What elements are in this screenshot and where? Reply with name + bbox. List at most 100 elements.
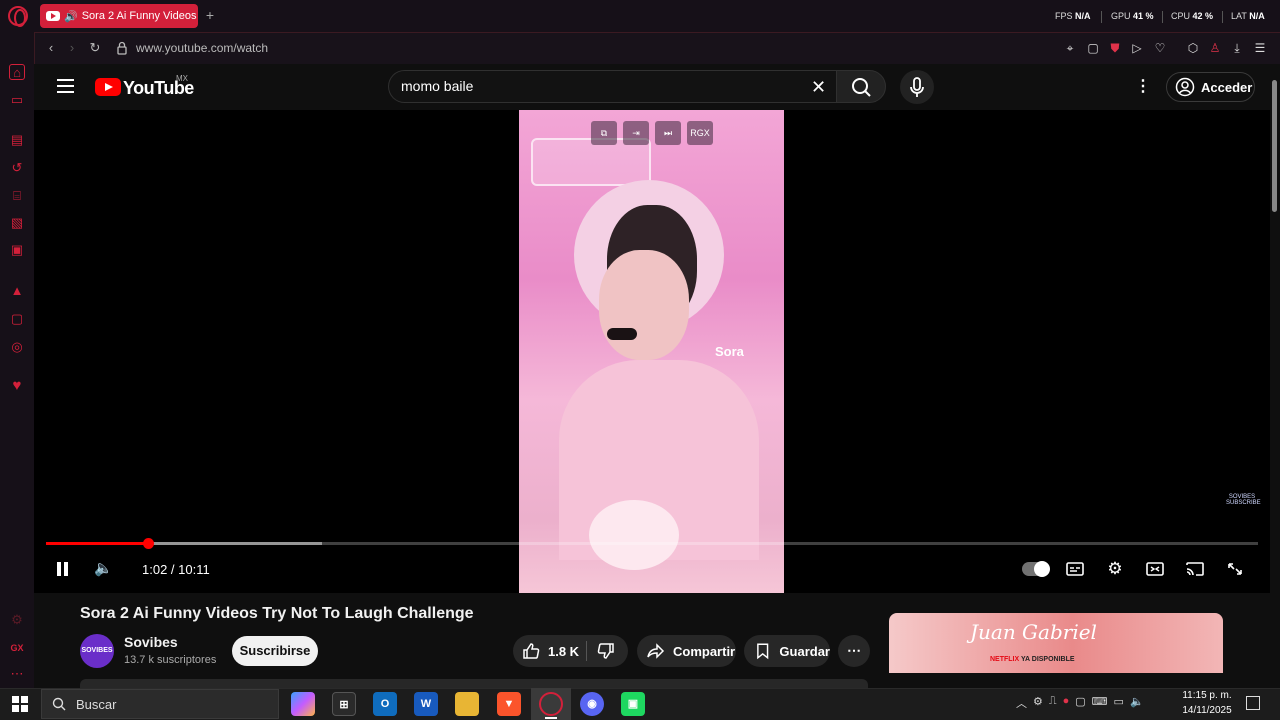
back-icon[interactable]: ‹: [43, 40, 59, 56]
like-count: 1.8 K: [548, 643, 580, 659]
fps-stat: FPS N/A: [1055, 11, 1091, 21]
ad-netflix-tag: NETFLIX YA DISPONIBLE: [990, 656, 1075, 663]
voice-search-button[interactable]: [900, 70, 934, 104]
usb-icon[interactable]: ⎍: [1049, 695, 1057, 713]
clock-date[interactable]: 14/11/2025: [1181, 705, 1233, 716]
whatsapp-icon[interactable]: ◎: [9, 339, 25, 355]
windows-start-icon[interactable]: [12, 696, 28, 712]
new-tab-button[interactable]: +: [202, 6, 218, 24]
settings-gear-icon[interactable]: ⚙: [1105, 560, 1125, 578]
taskbar-search-placeholder: Buscar: [76, 696, 117, 712]
autoplay-toggle[interactable]: [1022, 561, 1050, 577]
gx-corner-icon[interactable]: ▤: [9, 132, 25, 148]
snapshot-icon[interactable]: ▢: [1085, 40, 1101, 56]
face-graphic: [599, 250, 689, 360]
gx-news-icon[interactable]: ▧: [9, 215, 25, 231]
gx-cleaner-icon[interactable]: ⌸: [9, 188, 25, 204]
volume-tray-icon[interactable]: 🔈: [1130, 695, 1144, 713]
app-taskbar-icon[interactable]: ▣: [621, 692, 645, 716]
browser-tab-active[interactable]: 🔊 Sora 2 Ai Funny Videos: [40, 4, 198, 28]
signin-button[interactable]: Acceder: [1166, 72, 1255, 102]
clear-search-icon[interactable]: ✕: [811, 77, 826, 98]
search-input[interactable]: momo baile: [401, 78, 473, 94]
ms-store-icon[interactable]: ⊞: [332, 692, 356, 716]
scrollbar-thumb[interactable]: [1272, 80, 1277, 212]
copilot-icon[interactable]: [291, 692, 315, 716]
stat-divider: [1222, 11, 1223, 23]
volume-icon[interactable]: 🔈: [94, 560, 114, 578]
time-display: 1:02 / 10:11: [142, 562, 210, 577]
lock-icon[interactable]: [114, 40, 130, 56]
download-icon[interactable]: ⤓: [1229, 40, 1245, 56]
send-icon[interactable]: ▷: [1129, 40, 1145, 56]
messenger-icon[interactable]: ▣: [9, 242, 25, 258]
favorites-heart-icon[interactable]: ♥: [9, 378, 25, 394]
channel-watermark[interactable]: SOVIBES SUBSCRIBE: [1226, 494, 1261, 524]
dessert-graphic: [589, 500, 679, 570]
tray-app-icon[interactable]: ⚙: [1033, 695, 1043, 713]
outlook-icon[interactable]: O: [373, 692, 397, 716]
gx-control-icon[interactable]: ↺: [9, 160, 25, 176]
video-title: Sora 2 Ai Funny Videos Try Not To Laugh …: [80, 605, 474, 622]
rgx-button[interactable]: RGX: [687, 121, 713, 145]
brave-icon[interactable]: ▼: [497, 692, 521, 716]
guide-menu-icon[interactable]: [57, 79, 74, 93]
thumbs-down-icon[interactable]: [597, 642, 615, 660]
network-icon[interactable]: ▭: [1114, 695, 1124, 713]
popout-icon[interactable]: ⧉: [591, 121, 617, 145]
file-explorer-icon[interactable]: [455, 692, 479, 716]
taskbar-search[interactable]: Buscar: [41, 689, 279, 719]
subscribe-button[interactable]: Suscribirse: [232, 636, 318, 666]
stat-divider: [1162, 11, 1163, 23]
channel-avatar[interactable]: SOVIBES: [80, 634, 114, 668]
cast-icon[interactable]: [1185, 560, 1205, 578]
pin-icon[interactable]: ⌖: [1062, 40, 1078, 56]
gx-sidebar-icon[interactable]: GX: [9, 640, 25, 656]
video-frame[interactable]: [519, 110, 784, 593]
sidebar-more-icon[interactable]: ⋯: [9, 666, 25, 682]
subtitles-icon[interactable]: [1065, 560, 1085, 578]
app-icon[interactable]: ▲: [9, 283, 25, 299]
vpn-shield-icon[interactable]: ⛊: [1107, 40, 1123, 56]
twitch-icon[interactable]: ▢: [9, 311, 25, 327]
notifications-icon[interactable]: [1246, 696, 1260, 710]
opera-gx-icon[interactable]: [539, 692, 563, 716]
tray-chevron-icon[interactable]: ︿: [1016, 695, 1027, 713]
home-icon[interactable]: ⌂: [9, 64, 25, 80]
clock-time[interactable]: 11:15 p. m.: [1181, 690, 1233, 701]
meet-icon[interactable]: ▢: [1075, 695, 1085, 713]
search-button[interactable]: [836, 70, 886, 103]
url-field[interactable]: www.youtube.com/watch: [136, 41, 268, 55]
forward-icon[interactable]: ›: [64, 40, 80, 56]
menu-icon[interactable]: ☰: [1252, 40, 1268, 56]
save-button[interactable]: Guardar: [744, 635, 830, 667]
skip-icon[interactable]: ⏭: [655, 121, 681, 145]
antivirus-icon[interactable]: ●: [1063, 695, 1070, 713]
discord-icon[interactable]: ◉: [580, 692, 604, 716]
channel-name[interactable]: Sovibes: [124, 634, 178, 650]
more-actions-button[interactable]: ⋯: [838, 635, 870, 667]
gamepad-icon[interactable]: ▭: [9, 92, 25, 108]
share-button[interactable]: Compartir: [637, 635, 736, 667]
miniplayer-icon[interactable]: [1145, 560, 1165, 578]
word-icon[interactable]: W: [414, 692, 438, 716]
like-button[interactable]: 1.8 K: [522, 642, 579, 660]
pause-icon[interactable]: [54, 561, 70, 577]
browser-sidebar: [0, 32, 34, 688]
heart-icon[interactable]: ♡: [1152, 40, 1168, 56]
description-box[interactable]: [80, 679, 868, 688]
share-icon: [647, 643, 665, 659]
tab-audio-icon[interactable]: 🔊: [64, 10, 78, 23]
profile-icon[interactable]: ♙: [1207, 40, 1223, 56]
sidebar-settings-icon[interactable]: ⚙: [9, 612, 25, 628]
ad-title: Juan Gabriel: [970, 620, 1097, 644]
reload-icon[interactable]: ↻: [87, 40, 103, 56]
progress-scrubber[interactable]: [143, 538, 154, 549]
opera-gx-logo-icon[interactable]: [8, 6, 28, 27]
pip-icon[interactable]: ⇥: [623, 121, 649, 145]
settings-more-icon[interactable]: ⋮: [1135, 78, 1151, 96]
youtube-logo-icon[interactable]: [95, 78, 121, 96]
fullscreen-icon[interactable]: [1225, 560, 1245, 578]
extensions-icon[interactable]: ⬡: [1185, 40, 1201, 56]
keyboard-icon[interactable]: ⌨: [1092, 695, 1108, 713]
